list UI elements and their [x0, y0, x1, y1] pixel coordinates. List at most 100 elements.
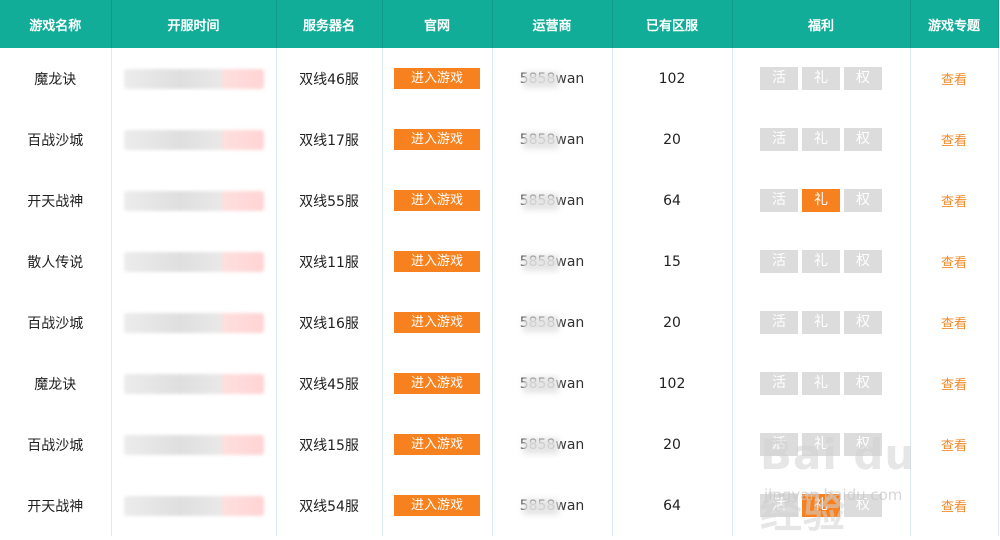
game-name-link[interactable]: 魔龙诀 [0, 48, 112, 109]
perk-gift-badge[interactable]: 礼 [802, 372, 840, 395]
blur-overlay [522, 193, 559, 210]
blur-overlay [522, 71, 559, 88]
perk-privilege-badge[interactable]: 权 [844, 250, 882, 273]
view-topic-link[interactable]: 查看 [941, 500, 967, 515]
game-name-link[interactable]: 魔龙诀 [0, 353, 112, 414]
welfare-cell: 活礼权 [732, 475, 911, 536]
server-count-cell: 64 [612, 475, 733, 536]
view-topic-link[interactable]: 查看 [941, 378, 967, 393]
perk-activity-badge[interactable]: 活 [760, 311, 798, 334]
game-name-link[interactable]: 百战沙城 [0, 292, 112, 353]
view-topic-link[interactable]: 查看 [941, 73, 967, 88]
open-time-cell [111, 109, 277, 170]
view-topic-link[interactable]: 查看 [941, 134, 967, 149]
server-name-cell: 双线11服 [276, 231, 383, 292]
blurred-open-time [123, 68, 264, 89]
game-topic-cell: 查看 [910, 353, 999, 414]
game-topic-cell: 查看 [910, 48, 999, 109]
server-name-cell: 双线15服 [276, 414, 383, 475]
server-count-cell: 20 [612, 109, 733, 170]
view-topic-link[interactable]: 查看 [941, 195, 967, 210]
table-row: 开天战神双线54服进入游戏5858wan64活礼权查看 [0, 475, 999, 536]
enter-game-button[interactable]: 进入游戏 [394, 495, 480, 516]
enter-game-button[interactable]: 进入游戏 [394, 68, 480, 89]
game-name-link[interactable]: 开天战神 [0, 170, 112, 231]
server-name-cell: 双线55服 [276, 170, 383, 231]
perk-gift-badge[interactable]: 礼 [802, 433, 840, 456]
official-site-cell: 进入游戏 [382, 353, 493, 414]
enter-game-button[interactable]: 进入游戏 [394, 251, 480, 272]
blurred-open-time [123, 434, 264, 455]
operator-cell: 5858wan [492, 170, 613, 231]
blur-overlay [522, 254, 559, 271]
game-name-link[interactable]: 开天战神 [0, 475, 112, 536]
perk-privilege-badge[interactable]: 权 [844, 67, 882, 90]
col-header-official-site: 官网 [382, 0, 493, 48]
perk-activity-badge[interactable]: 活 [760, 372, 798, 395]
game-name-link[interactable]: 百战沙城 [0, 414, 112, 475]
operator-cell: 5858wan [492, 414, 613, 475]
open-time-cell [111, 353, 277, 414]
view-topic-link[interactable]: 查看 [941, 439, 967, 454]
server-count-cell: 15 [612, 231, 733, 292]
blurred-open-time [123, 251, 264, 272]
welfare-cell: 活礼权 [732, 109, 911, 170]
server-name-cell: 双线45服 [276, 353, 383, 414]
operator-cell: 5858wan [492, 109, 613, 170]
perk-activity-badge[interactable]: 活 [760, 250, 798, 273]
enter-game-button[interactable]: 进入游戏 [394, 434, 480, 455]
game-topic-cell: 查看 [910, 231, 999, 292]
perk-privilege-badge[interactable]: 权 [844, 433, 882, 456]
perk-privilege-badge[interactable]: 权 [844, 311, 882, 334]
blurred-open-time [123, 373, 264, 394]
perk-privilege-badge[interactable]: 权 [844, 128, 882, 151]
perk-privilege-badge[interactable]: 权 [844, 189, 882, 212]
table-row: 散人传说双线11服进入游戏5858wan15活礼权查看 [0, 231, 999, 292]
view-topic-link[interactable]: 查看 [941, 256, 967, 271]
perk-privilege-badge[interactable]: 权 [844, 372, 882, 395]
server-count-cell: 102 [612, 353, 733, 414]
perk-activity-badge[interactable]: 活 [760, 433, 798, 456]
welfare-cell: 活礼权 [732, 414, 911, 475]
game-topic-cell: 查看 [910, 414, 999, 475]
perk-activity-badge[interactable]: 活 [760, 189, 798, 212]
perk-gift-badge[interactable]: 礼 [802, 67, 840, 90]
col-header-server-name: 服务器名 [276, 0, 383, 48]
welfare-cell: 活礼权 [732, 292, 911, 353]
perk-gift-badge[interactable]: 礼 [802, 189, 840, 212]
enter-game-button[interactable]: 进入游戏 [394, 129, 480, 150]
blur-overlay [522, 437, 559, 454]
game-name-link[interactable]: 散人传说 [0, 231, 112, 292]
perk-privilege-badge[interactable]: 权 [844, 494, 882, 517]
perk-activity-badge[interactable]: 活 [760, 128, 798, 151]
welfare-cell: 活礼权 [732, 353, 911, 414]
server-count-cell: 102 [612, 48, 733, 109]
perk-gift-badge[interactable]: 礼 [802, 311, 840, 334]
col-header-game-topic: 游戏专题 [910, 0, 999, 48]
server-count-cell: 20 [612, 414, 733, 475]
view-topic-link[interactable]: 查看 [941, 317, 967, 332]
server-name-cell: 双线54服 [276, 475, 383, 536]
open-server-table: 游戏名称 开服时间 服务器名 官网 运营商 已有区服 福利 游戏专题 魔龙诀 双线… [0, 0, 999, 536]
perk-gift-badge[interactable]: 礼 [802, 250, 840, 273]
enter-game-button[interactable]: 进入游戏 [394, 190, 480, 211]
table-row: 开天战神双线55服进入游戏5858wan64活礼权查看 [0, 170, 999, 231]
enter-game-button[interactable]: 进入游戏 [394, 312, 480, 333]
enter-game-button[interactable]: 进入游戏 [394, 373, 480, 394]
game-topic-cell: 查看 [910, 109, 999, 170]
open-time-cell [111, 170, 277, 231]
perk-activity-badge[interactable]: 活 [760, 67, 798, 90]
server-count-cell: 20 [612, 292, 733, 353]
table-row: 百战沙城双线15服进入游戏5858wan20活礼权查看 [0, 414, 999, 475]
perk-gift-badge[interactable]: 礼 [802, 494, 840, 517]
blurred-open-time [123, 190, 264, 211]
perk-activity-badge[interactable]: 活 [760, 494, 798, 517]
game-topic-cell: 查看 [910, 475, 999, 536]
game-name-link[interactable]: 百战沙城 [0, 109, 112, 170]
server-name-cell: 双线17服 [276, 109, 383, 170]
open-time-cell [111, 292, 277, 353]
welfare-cell: 活礼权 [732, 231, 911, 292]
official-site-cell: 进入游戏 [382, 170, 493, 231]
perk-gift-badge[interactable]: 礼 [802, 128, 840, 151]
game-topic-cell: 查看 [910, 292, 999, 353]
